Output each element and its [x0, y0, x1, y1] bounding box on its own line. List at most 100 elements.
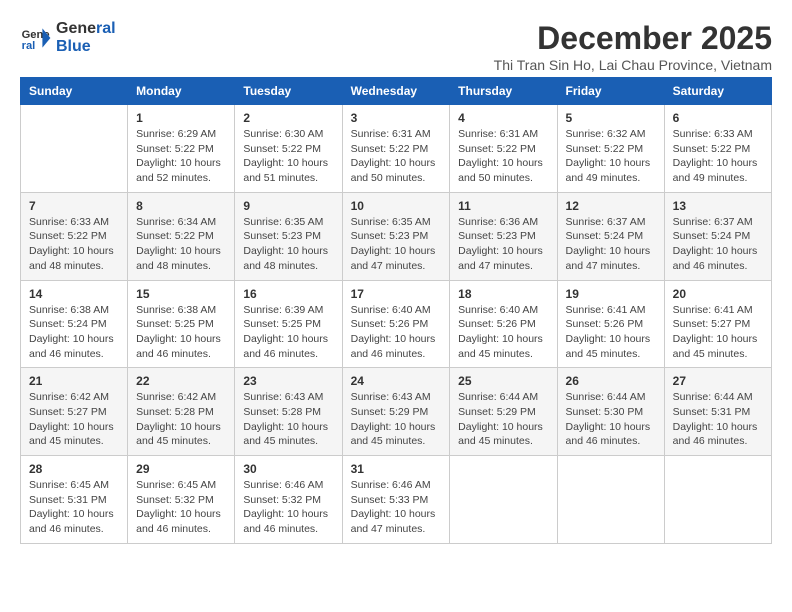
day-info: Sunrise: 6:44 AM Sunset: 5:30 PM Dayligh… — [566, 390, 656, 449]
calendar-cell: 3 Sunrise: 6:31 AM Sunset: 5:22 PM Daylig… — [342, 105, 450, 193]
calendar-cell: 9 Sunrise: 6:35 AM Sunset: 5:23 PM Daylig… — [235, 192, 342, 280]
day-number: 22 — [136, 374, 226, 388]
day-info: Sunrise: 6:31 AM Sunset: 5:22 PM Dayligh… — [351, 127, 442, 186]
day-info: Sunrise: 6:35 AM Sunset: 5:23 PM Dayligh… — [351, 215, 442, 274]
day-number: 5 — [566, 111, 656, 125]
calendar-cell: 20 Sunrise: 6:41 AM Sunset: 5:27 PM Dayli… — [664, 280, 771, 368]
day-info: Sunrise: 6:44 AM Sunset: 5:31 PM Dayligh… — [673, 390, 763, 449]
calendar-cell: 24Sunrise: 6:43 AM Sunset: 5:29 PM Dayli… — [342, 368, 450, 456]
day-number: 19 — [566, 287, 656, 301]
calendar-cell: 1Sunrise: 6:29 AM Sunset: 5:22 PM Daylig… — [128, 105, 235, 193]
calendar-cell: 16 Sunrise: 6:39 AM Sunset: 5:25 PM Dayli… — [235, 280, 342, 368]
weekday-header-thursday: Thursday — [450, 78, 557, 105]
calendar-cell: 13Sunrise: 6:37 AM Sunset: 5:24 PM Dayli… — [664, 192, 771, 280]
day-number: 23 — [243, 374, 333, 388]
day-number: 3 — [351, 111, 442, 125]
calendar-cell: 22 Sunrise: 6:42 AM Sunset: 5:28 PM Dayli… — [128, 368, 235, 456]
weekday-header-monday: Monday — [128, 78, 235, 105]
day-number: 14 — [29, 287, 119, 301]
calendar-cell: 14 Sunrise: 6:38 AM Sunset: 5:24 PM Dayli… — [21, 280, 128, 368]
day-number: 26 — [566, 374, 656, 388]
day-info: Sunrise: 6:45 AM Sunset: 5:31 PM Dayligh… — [29, 478, 119, 537]
week-row-1: 1Sunrise: 6:29 AM Sunset: 5:22 PM Daylig… — [21, 105, 772, 193]
calendar-cell — [21, 105, 128, 193]
calendar-cell: 21Sunrise: 6:42 AM Sunset: 5:27 PM Dayli… — [21, 368, 128, 456]
day-number: 30 — [243, 462, 333, 476]
week-row-4: 21Sunrise: 6:42 AM Sunset: 5:27 PM Dayli… — [21, 368, 772, 456]
day-info: Sunrise: 6:41 AM Sunset: 5:27 PM Dayligh… — [673, 303, 763, 362]
calendar-header: SundayMondayTuesdayWednesdayThursdayFrid… — [21, 78, 772, 105]
day-number: 16 — [243, 287, 333, 301]
day-info: Sunrise: 6:45 AM Sunset: 5:32 PM Dayligh… — [136, 478, 226, 537]
calendar-table: SundayMondayTuesdayWednesdayThursdayFrid… — [20, 77, 772, 544]
day-info: Sunrise: 6:43 AM Sunset: 5:29 PM Dayligh… — [351, 390, 442, 449]
location-title: Thi Tran Sin Ho, Lai Chau Province, Viet… — [494, 57, 772, 73]
logo-text: General Blue — [56, 20, 116, 56]
calendar-cell: 26 Sunrise: 6:44 AM Sunset: 5:30 PM Dayli… — [557, 368, 664, 456]
day-number: 4 — [458, 111, 548, 125]
day-number: 7 — [29, 199, 119, 213]
calendar-cell — [450, 456, 557, 544]
day-info: Sunrise: 6:38 AM Sunset: 5:24 PM Dayligh… — [29, 303, 119, 362]
day-number: 6 — [673, 111, 763, 125]
calendar-cell: 29 Sunrise: 6:45 AM Sunset: 5:32 PM Dayli… — [128, 456, 235, 544]
day-info: Sunrise: 6:31 AM Sunset: 5:22 PM Dayligh… — [458, 127, 548, 186]
calendar-cell: 18 Sunrise: 6:40 AM Sunset: 5:26 PM Dayli… — [450, 280, 557, 368]
day-info: Sunrise: 6:36 AM Sunset: 5:23 PM Dayligh… — [458, 215, 548, 274]
day-number: 28 — [29, 462, 119, 476]
weekday-header-friday: Friday — [557, 78, 664, 105]
day-number: 25 — [458, 374, 548, 388]
weekday-row: SundayMondayTuesdayWednesdayThursdayFrid… — [21, 78, 772, 105]
day-number: 11 — [458, 199, 548, 213]
day-number: 8 — [136, 199, 226, 213]
day-info: Sunrise: 6:39 AM Sunset: 5:25 PM Dayligh… — [243, 303, 333, 362]
day-number: 27 — [673, 374, 763, 388]
day-number: 15 — [136, 287, 226, 301]
day-info: Sunrise: 6:40 AM Sunset: 5:26 PM Dayligh… — [458, 303, 548, 362]
calendar-cell: 5 Sunrise: 6:32 AM Sunset: 5:22 PM Daylig… — [557, 105, 664, 193]
day-number: 2 — [243, 111, 333, 125]
weekday-header-saturday: Saturday — [664, 78, 771, 105]
title-area: December 2025 Thi Tran Sin Ho, Lai Chau … — [494, 20, 772, 73]
day-info: Sunrise: 6:33 AM Sunset: 5:22 PM Dayligh… — [673, 127, 763, 186]
logo-icon: Gene ral — [20, 22, 52, 54]
week-row-2: 7Sunrise: 6:33 AM Sunset: 5:22 PM Daylig… — [21, 192, 772, 280]
day-info: Sunrise: 6:38 AM Sunset: 5:25 PM Dayligh… — [136, 303, 226, 362]
day-number: 17 — [351, 287, 442, 301]
calendar-cell — [664, 456, 771, 544]
weekday-header-tuesday: Tuesday — [235, 78, 342, 105]
day-info: Sunrise: 6:32 AM Sunset: 5:22 PM Dayligh… — [566, 127, 656, 186]
calendar-cell: 25 Sunrise: 6:44 AM Sunset: 5:29 PM Dayli… — [450, 368, 557, 456]
day-info: Sunrise: 6:43 AM Sunset: 5:28 PM Dayligh… — [243, 390, 333, 449]
page-header: Gene ral General Blue December 2025 Thi … — [20, 20, 772, 73]
calendar-cell — [557, 456, 664, 544]
day-info: Sunrise: 6:29 AM Sunset: 5:22 PM Dayligh… — [136, 127, 226, 186]
calendar-cell: 10 Sunrise: 6:35 AM Sunset: 5:23 PM Dayli… — [342, 192, 450, 280]
day-info: Sunrise: 6:37 AM Sunset: 5:24 PM Dayligh… — [566, 215, 656, 274]
calendar-cell: 12Sunrise: 6:37 AM Sunset: 5:24 PM Dayli… — [557, 192, 664, 280]
calendar-cell: 23 Sunrise: 6:43 AM Sunset: 5:28 PM Dayli… — [235, 368, 342, 456]
day-number: 18 — [458, 287, 548, 301]
weekday-header-wednesday: Wednesday — [342, 78, 450, 105]
day-info: Sunrise: 6:35 AM Sunset: 5:23 PM Dayligh… — [243, 215, 333, 274]
calendar-cell: 27 Sunrise: 6:44 AM Sunset: 5:31 PM Dayli… — [664, 368, 771, 456]
calendar-cell: 15 Sunrise: 6:38 AM Sunset: 5:25 PM Dayli… — [128, 280, 235, 368]
logo: Gene ral General Blue — [20, 20, 116, 56]
day-number: 20 — [673, 287, 763, 301]
day-info: Sunrise: 6:37 AM Sunset: 5:24 PM Dayligh… — [673, 215, 763, 274]
calendar-cell: 30Sunrise: 6:46 AM Sunset: 5:32 PM Dayli… — [235, 456, 342, 544]
day-number: 9 — [243, 199, 333, 213]
calendar-cell: 2 Sunrise: 6:30 AM Sunset: 5:22 PM Daylig… — [235, 105, 342, 193]
day-number: 29 — [136, 462, 226, 476]
calendar-cell: 11 Sunrise: 6:36 AM Sunset: 5:23 PM Dayli… — [450, 192, 557, 280]
weekday-header-sunday: Sunday — [21, 78, 128, 105]
day-info: Sunrise: 6:44 AM Sunset: 5:29 PM Dayligh… — [458, 390, 548, 449]
day-info: Sunrise: 6:42 AM Sunset: 5:28 PM Dayligh… — [136, 390, 226, 449]
calendar-cell: 8Sunrise: 6:34 AM Sunset: 5:22 PM Daylig… — [128, 192, 235, 280]
calendar-cell: 7Sunrise: 6:33 AM Sunset: 5:22 PM Daylig… — [21, 192, 128, 280]
day-number: 31 — [351, 462, 442, 476]
day-info: Sunrise: 6:30 AM Sunset: 5:22 PM Dayligh… — [243, 127, 333, 186]
calendar-cell: 19Sunrise: 6:41 AM Sunset: 5:26 PM Dayli… — [557, 280, 664, 368]
svg-text:ral: ral — [22, 40, 36, 52]
day-number: 10 — [351, 199, 442, 213]
